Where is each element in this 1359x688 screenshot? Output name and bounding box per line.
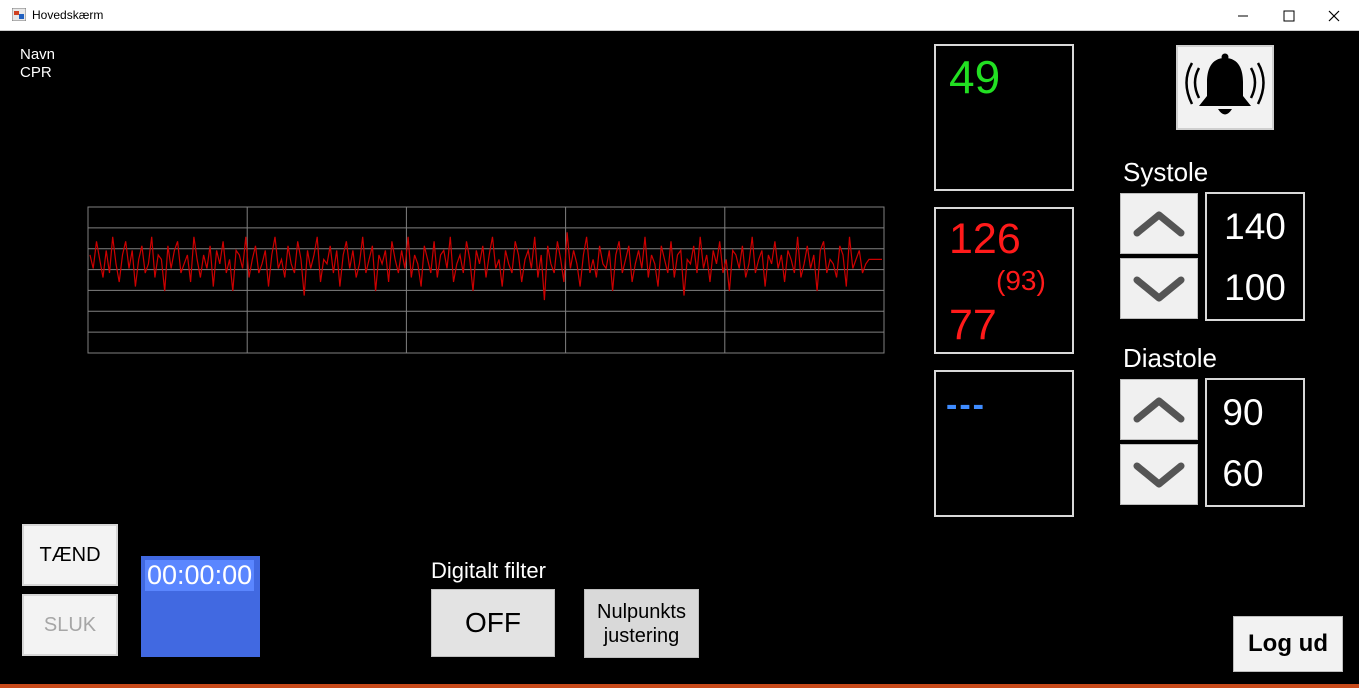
alarm-button[interactable] (1176, 45, 1274, 130)
chevron-down-icon (1133, 276, 1185, 301)
chevron-down-icon (1133, 462, 1185, 487)
diastole-label: Diastole (1123, 343, 1217, 373)
pulse-value: 49 (949, 51, 1001, 103)
chevron-up-icon (1133, 211, 1185, 236)
close-button[interactable] (1311, 0, 1357, 31)
diastole-up-button[interactable] (1120, 379, 1198, 440)
diastole-down-button[interactable] (1120, 444, 1198, 505)
digital-filter-button[interactable]: OFF (431, 589, 555, 657)
window-bottom-edge (0, 684, 1359, 688)
systole-limits-box: 140 100 (1205, 192, 1305, 321)
digital-filter-label: Digitalt filter (431, 558, 546, 583)
pulse-panel: 49 (934, 44, 1074, 191)
third-value-panel: --- (934, 370, 1074, 517)
name-label: Navn (20, 46, 56, 63)
systole-down-button[interactable] (1120, 258, 1198, 319)
bell-ringing-icon (1185, 53, 1265, 114)
taend-button[interactable]: TÆND (22, 524, 118, 586)
timer-text: 00:00:00 (145, 560, 255, 591)
systolic-value: 126 (949, 215, 1021, 263)
systole-up-button[interactable] (1120, 193, 1198, 254)
third-value: --- (946, 386, 986, 424)
minimize-button[interactable] (1220, 0, 1266, 31)
diastolic-value: 77 (949, 301, 997, 349)
title-bar: Hovedskærm (0, 0, 1359, 31)
systole-lower-limit: 100 (1224, 267, 1286, 308)
close-icon (1328, 10, 1340, 21)
zero-adjust-line2: justering (603, 624, 680, 647)
diastole-lower-limit: 60 (1222, 453, 1264, 494)
patient-info: Navn CPR (20, 46, 55, 82)
zero-adjust-line1: Nulpunkts (597, 600, 686, 623)
waveform-chart (87, 206, 885, 354)
minimize-icon (1238, 15, 1248, 16)
timer-display: 00:00:00 (141, 556, 260, 657)
blood-pressure-panel: 126 (93) 77 (934, 207, 1074, 354)
sluk-button[interactable]: SLUK (22, 594, 118, 656)
app-icon (12, 8, 26, 21)
zero-adjust-button[interactable]: Nulpunkts justering (584, 589, 699, 658)
diastole-upper-limit: 90 (1222, 392, 1264, 433)
maximize-icon (1283, 10, 1295, 21)
mean-pressure-value: (93) (996, 265, 1046, 296)
window-title: Hovedskærm (32, 8, 104, 22)
diastole-limits-box: 90 60 (1205, 378, 1305, 507)
logout-button[interactable]: Log ud (1233, 616, 1343, 672)
maximize-button[interactable] (1266, 0, 1312, 31)
cpr-label: CPR (20, 64, 52, 81)
systole-upper-limit: 140 (1224, 206, 1286, 247)
systole-label: Systole (1123, 157, 1209, 187)
chevron-up-icon (1133, 397, 1185, 422)
